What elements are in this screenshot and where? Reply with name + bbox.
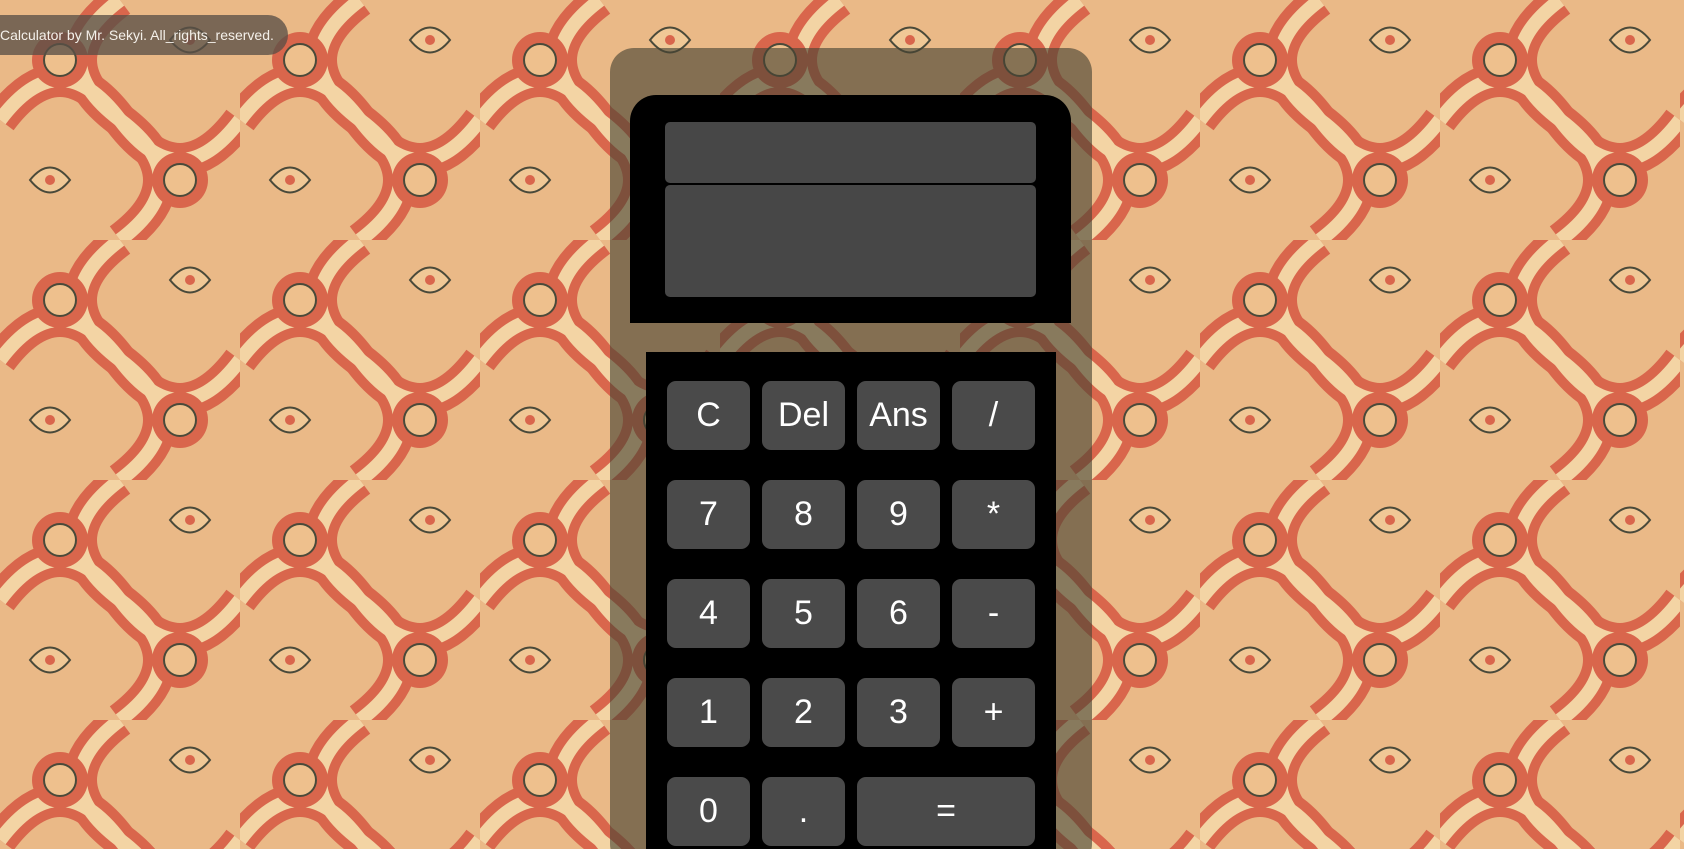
clear-button[interactable]: C bbox=[667, 381, 750, 450]
digit-2-button[interactable]: 2 bbox=[762, 678, 845, 747]
add-button[interactable]: + bbox=[952, 678, 1035, 747]
digit-9-button[interactable]: 9 bbox=[857, 480, 940, 549]
digit-1-button[interactable]: 1 bbox=[667, 678, 750, 747]
subtract-button[interactable]: - bbox=[952, 579, 1035, 648]
digit-7-button[interactable]: 7 bbox=[667, 480, 750, 549]
digit-8-button[interactable]: 8 bbox=[762, 480, 845, 549]
decimal-point-button[interactable]: . bbox=[762, 777, 845, 846]
multiply-button[interactable]: * bbox=[952, 480, 1035, 549]
copyright-banner: Calculator by Mr. Sekyi. All_rights_rese… bbox=[0, 15, 288, 55]
calculator-screen-frame bbox=[630, 95, 1071, 323]
digit-5-button[interactable]: 5 bbox=[762, 579, 845, 648]
digit-0-button[interactable]: 0 bbox=[667, 777, 750, 846]
copyright-text: Calculator by Mr. Sekyi. All_rights_rese… bbox=[0, 27, 274, 43]
digit-6-button[interactable]: 6 bbox=[857, 579, 940, 648]
calculator-keypad: C Del Ans/ 7 8 9 * 4 5 6- 1 2 3 +0. = bbox=[646, 352, 1056, 849]
answer-button[interactable]: Ans bbox=[857, 381, 940, 450]
divide-button[interactable]: / bbox=[952, 381, 1035, 450]
expression-display bbox=[665, 122, 1036, 183]
result-display bbox=[665, 185, 1036, 297]
digit-3-button[interactable]: 3 bbox=[857, 678, 940, 747]
equals-button[interactable]: = bbox=[857, 777, 1035, 846]
delete-button[interactable]: Del bbox=[762, 381, 845, 450]
digit-4-button[interactable]: 4 bbox=[667, 579, 750, 648]
